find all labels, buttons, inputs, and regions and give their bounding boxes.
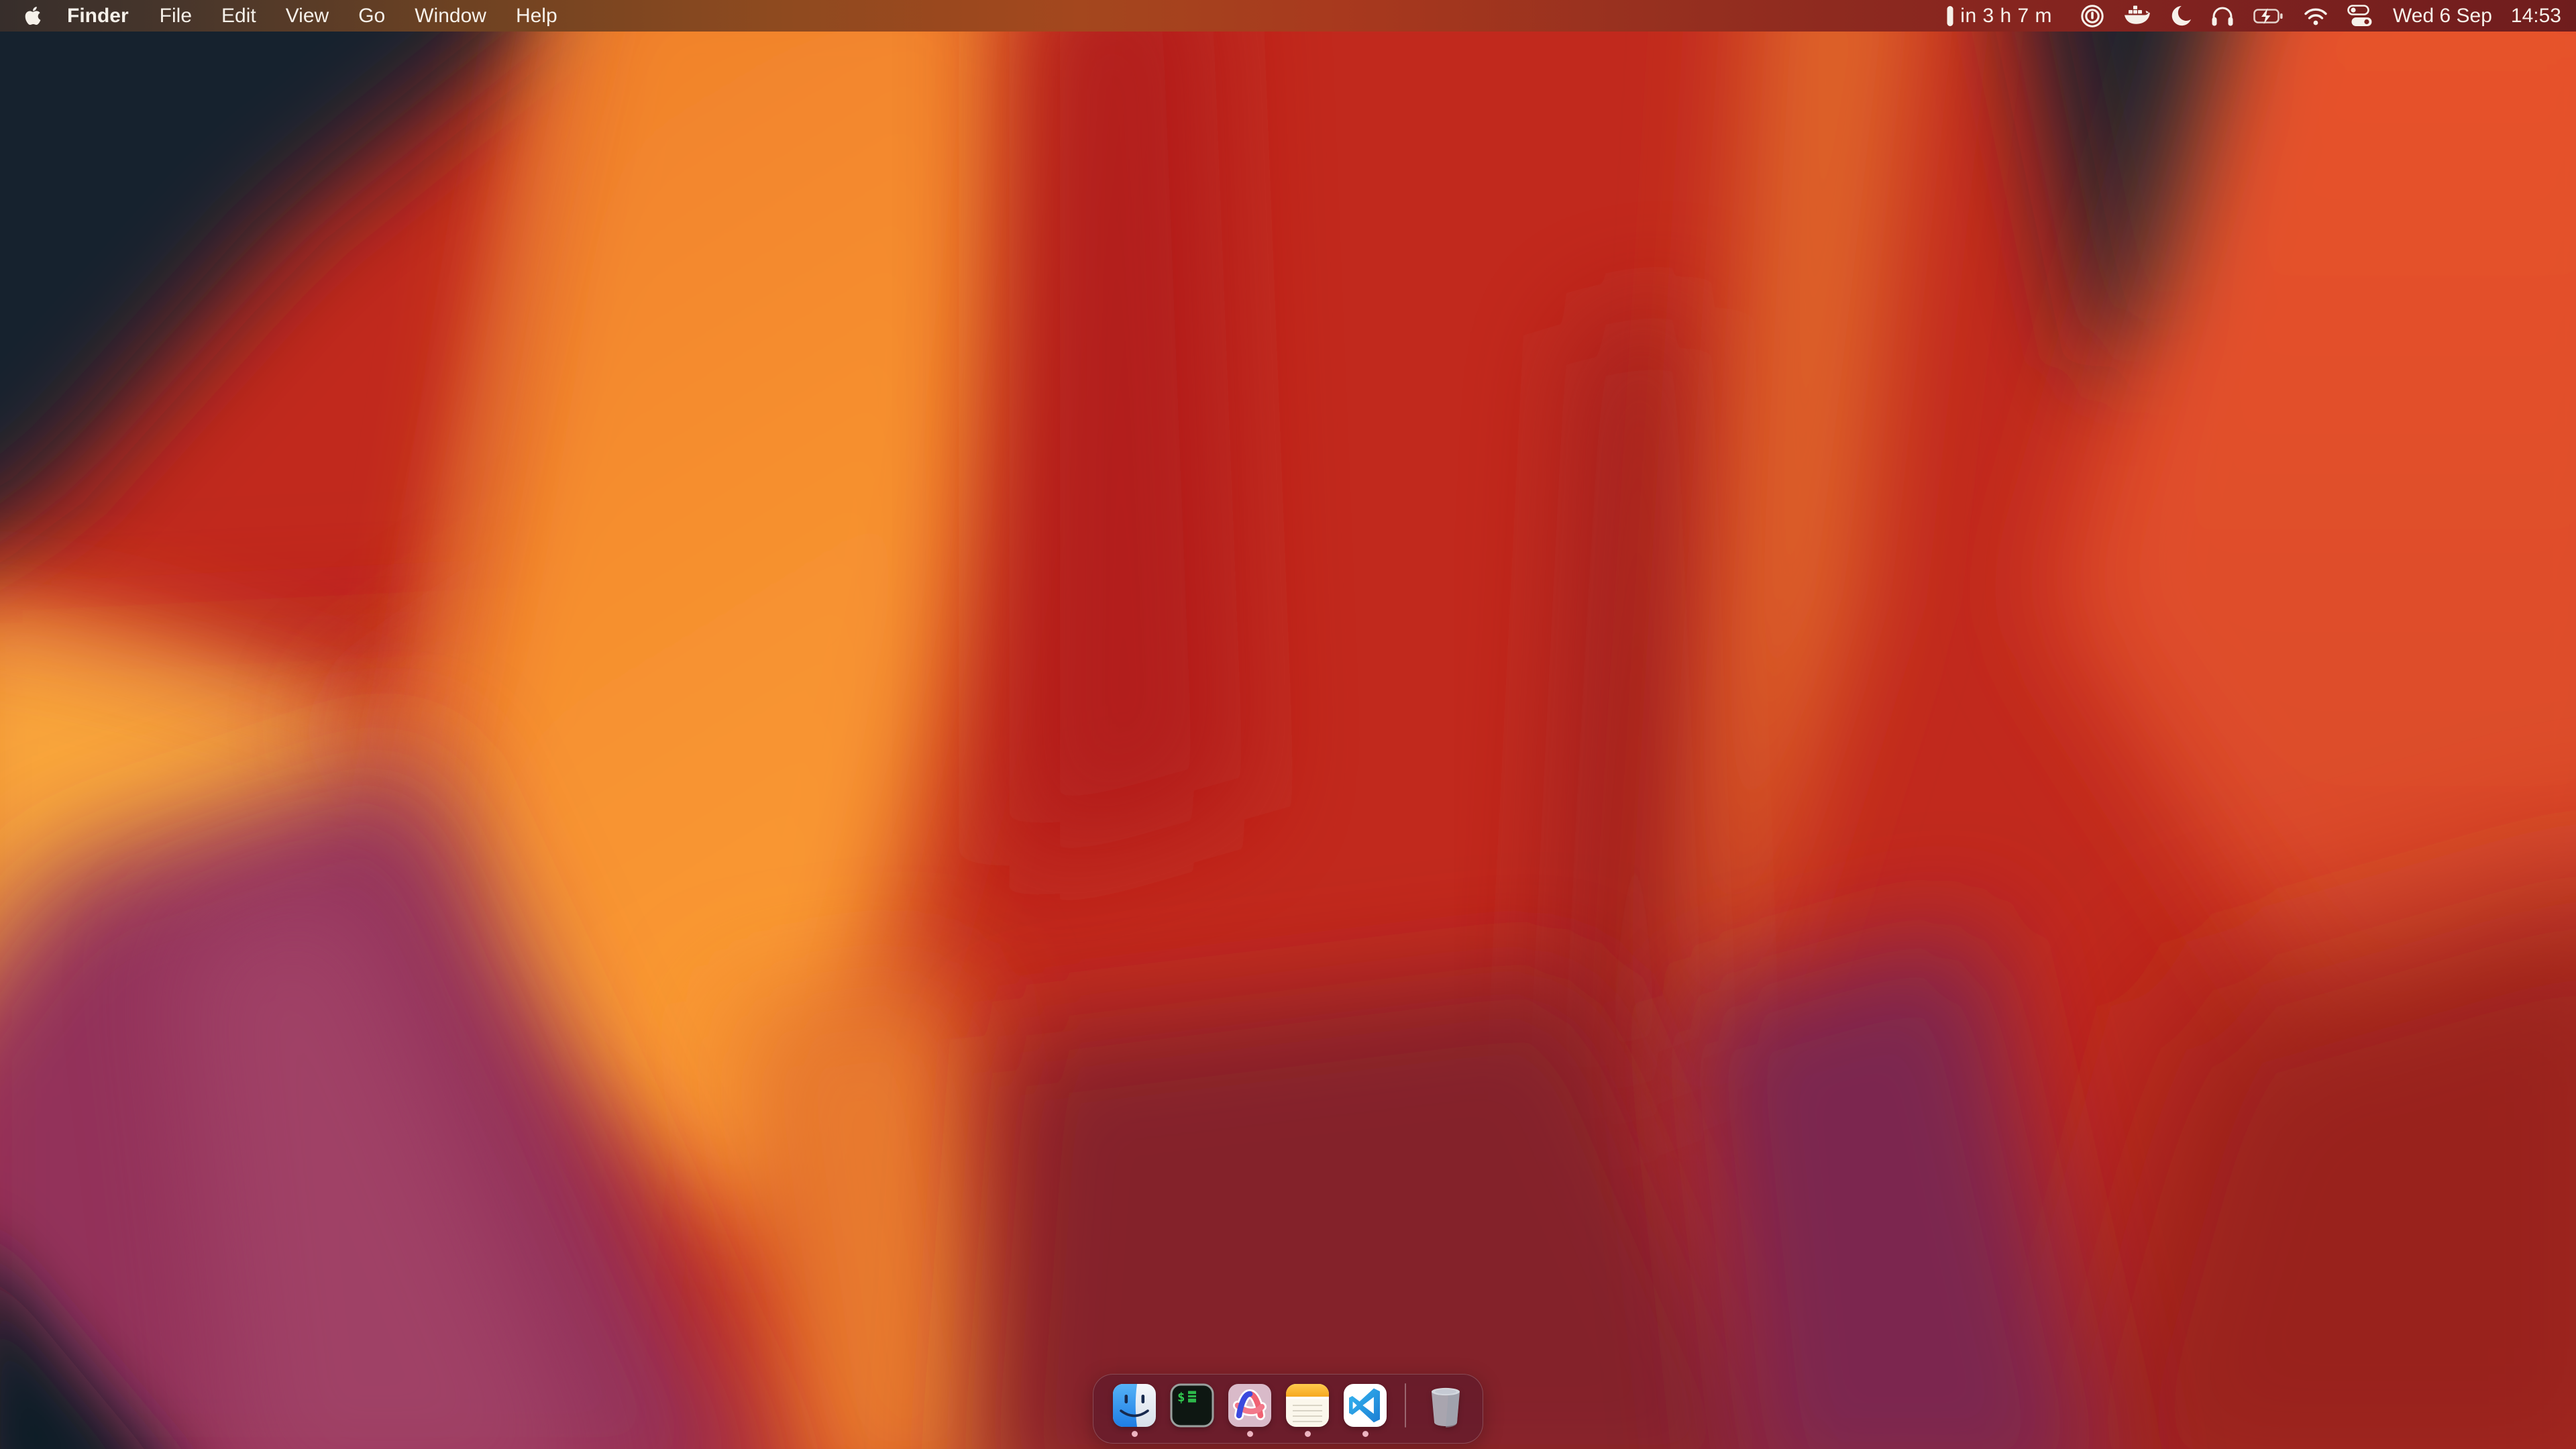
headphones-icon xyxy=(2210,5,2235,28)
control-center-status[interactable] xyxy=(2338,0,2382,32)
running-indicator xyxy=(1362,1431,1368,1437)
battery-status[interactable] xyxy=(2244,0,2294,32)
headphones-status[interactable] xyxy=(2201,0,2244,32)
desktop: Finder File Edit View Go Window Help in … xyxy=(0,0,2576,1449)
menu-bar-status: in 3 h 7 m xyxy=(1937,0,2576,32)
dock-panel: $ xyxy=(1093,1374,1483,1444)
dock-item-trash[interactable] xyxy=(1424,1383,1468,1437)
clock-date: Wed 6 Sep xyxy=(2382,5,2502,28)
arc-browser-icon xyxy=(1228,1383,1272,1428)
apple-logo-icon xyxy=(24,5,42,26)
menu-item-go[interactable]: Go xyxy=(343,0,400,32)
docker-icon xyxy=(2123,5,2150,28)
focus-moon-icon xyxy=(2169,5,2192,28)
1password-icon xyxy=(2080,4,2104,28)
terminal-icon: $ xyxy=(1170,1383,1214,1428)
dock-item-finder[interactable] xyxy=(1112,1383,1157,1437)
dock-item-vscode[interactable] xyxy=(1343,1383,1387,1437)
dock-separator xyxy=(1405,1383,1406,1428)
wifi-status[interactable] xyxy=(2294,0,2338,32)
1password-status[interactable] xyxy=(2071,0,2114,32)
running-indicator xyxy=(1247,1431,1253,1437)
running-indicator xyxy=(1305,1431,1311,1437)
docker-status[interactable] xyxy=(2114,0,2159,32)
battery-charging-icon xyxy=(2253,5,2284,27)
dock-item-arc[interactable] xyxy=(1228,1383,1272,1437)
wifi-icon xyxy=(2303,5,2328,27)
vscode-icon xyxy=(1343,1383,1387,1428)
timer-status[interactable] xyxy=(1937,0,1957,32)
finder-icon xyxy=(1112,1383,1157,1428)
trash-icon xyxy=(1424,1383,1468,1428)
menu-item-file[interactable]: File xyxy=(145,0,207,32)
svg-text:$: $ xyxy=(1177,1390,1185,1405)
focus-status[interactable] xyxy=(2159,0,2201,32)
menu-item-finder[interactable]: Finder xyxy=(51,0,145,32)
menu-bar: Finder File Edit View Go Window Help in … xyxy=(0,0,2576,32)
menu-item-help[interactable]: Help xyxy=(501,0,572,32)
desktop-wallpaper xyxy=(0,0,2576,1449)
timer-label[interactable]: in 3 h 7 m xyxy=(1957,0,2061,32)
menu-item-view[interactable]: View xyxy=(271,0,343,32)
dock: $ xyxy=(0,1374,2576,1444)
clock-time: 14:53 xyxy=(2502,5,2561,28)
dock-item-notes[interactable] xyxy=(1285,1383,1330,1437)
apple-menu[interactable] xyxy=(24,5,42,26)
timer-pill-icon xyxy=(1947,5,1953,27)
menu-bar-clock[interactable]: Wed 6 Sep 14:53 xyxy=(2382,5,2561,28)
menu-bar-left: Finder File Edit View Go Window Help xyxy=(0,0,572,32)
menu-item-window[interactable]: Window xyxy=(400,0,501,32)
notes-icon xyxy=(1285,1383,1330,1428)
menu-item-edit[interactable]: Edit xyxy=(207,0,271,32)
control-center-icon xyxy=(2347,5,2373,28)
dock-item-terminal[interactable]: $ xyxy=(1170,1383,1214,1437)
running-indicator xyxy=(1132,1431,1138,1437)
